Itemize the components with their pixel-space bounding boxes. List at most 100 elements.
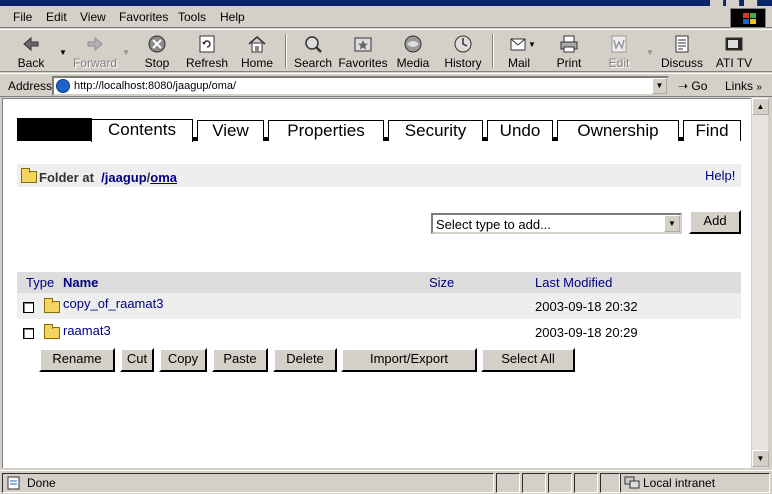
back-dropdown-icon[interactable]: ▼ <box>59 48 67 57</box>
row-checkbox[interactable] <box>23 302 34 313</box>
forward-label: Forward <box>72 56 117 70</box>
status-panel <box>600 473 620 493</box>
search-button[interactable]: Search <box>292 32 334 70</box>
mail-button[interactable]: Mail <box>499 32 539 70</box>
status-panel <box>574 473 598 493</box>
ati-tv-button[interactable]: ATI TV <box>710 32 758 70</box>
tab-view[interactable]: View <box>197 120 264 141</box>
windows-logo-icon <box>730 8 766 28</box>
favorites-button[interactable]: Favorites <box>338 32 388 70</box>
back-button[interactable]: Back <box>8 32 54 70</box>
scroll-down-icon[interactable]: ▼ <box>752 450 769 467</box>
edit-button[interactable]: Edit <box>598 32 640 70</box>
menu-tools[interactable]: Tools <box>178 10 206 24</box>
edit-label: Edit <box>608 56 630 70</box>
refresh-label: Refresh <box>185 56 229 70</box>
print-button[interactable]: Print <box>548 32 590 70</box>
mail-dropdown-icon[interactable]: ▼ <box>528 40 536 49</box>
column-size-header[interactable]: Size <box>429 275 454 290</box>
stop-button[interactable]: Stop <box>136 32 178 70</box>
copy-button[interactable]: Copy <box>159 348 207 372</box>
tab-properties[interactable]: Properties <box>268 120 384 141</box>
rename-button[interactable]: Rename <box>39 348 115 372</box>
address-dropdown-icon[interactable]: ▼ <box>652 78 667 94</box>
tab-security[interactable]: Security <box>388 120 483 141</box>
toolbar-separator <box>492 34 494 68</box>
history-label: History <box>444 56 482 70</box>
column-name-header[interactable]: Name <box>63 275 98 290</box>
tab-ownership[interactable]: Ownership <box>557 120 679 141</box>
mail-label: Mail <box>507 56 530 70</box>
home-icon <box>248 36 266 53</box>
links-label: Links <box>725 79 754 93</box>
paste-button[interactable]: Paste <box>212 348 268 372</box>
menu-favorites[interactable]: Favorites <box>119 10 168 24</box>
toolbar-separator <box>285 34 287 68</box>
address-input[interactable]: http://localhost:8080/jaagup/oma/ <box>52 76 669 96</box>
breadcrumb: Folder at /jaagup/oma Help! <box>17 164 741 187</box>
item-link[interactable]: copy_of_raamat3 <box>63 296 163 311</box>
tab-find[interactable]: Find <box>683 120 741 141</box>
tv-icon <box>725 37 743 51</box>
table-header: Type Name Size Last Modified <box>17 272 741 293</box>
refresh-button[interactable]: Refresh <box>184 32 230 70</box>
media-button[interactable]: Media <box>392 32 434 70</box>
folder-icon <box>21 168 37 183</box>
links-button[interactable]: Links » <box>725 79 762 93</box>
menu-file[interactable]: File <box>13 10 32 24</box>
breadcrumb-label: Folder at /jaagup/oma <box>39 170 177 185</box>
add-type-select-value: Select type to add... <box>436 217 551 232</box>
cut-button[interactable]: Cut <box>120 348 154 372</box>
go-label: Go <box>691 79 708 93</box>
column-type-header[interactable]: Type <box>26 275 54 290</box>
history-icon <box>454 35 472 53</box>
select-all-button[interactable]: Select All <box>481 348 575 372</box>
refresh-icon <box>199 35 215 53</box>
vertical-scrollbar[interactable]: ▲ ▼ <box>751 98 769 468</box>
forward-dropdown-icon[interactable]: ▼ <box>122 48 130 57</box>
media-icon <box>404 35 422 53</box>
column-modified-header[interactable]: Last Modified <box>535 275 612 290</box>
menu-help[interactable]: Help <box>220 10 245 24</box>
breadcrumb-link-jaagup[interactable]: /jaagup <box>101 170 147 185</box>
menu-bar: File Edit View Favorites Tools Help <box>0 6 772 28</box>
status-bar: Done Local intranet <box>0 470 772 494</box>
forward-button[interactable]: Forward <box>70 32 120 70</box>
zone-text: Local intranet <box>643 476 716 490</box>
add-type-select[interactable]: Select type to add... ▼ <box>431 213 682 234</box>
search-label: Search <box>293 56 333 70</box>
standard-toolbar: Back ▼ Forward ▼ Stop Refresh Home Searc… <box>0 29 772 72</box>
chevron-down-icon: ▼ <box>664 215 680 232</box>
add-button[interactable]: Add <box>689 210 741 234</box>
go-arrow-icon: ➝ <box>678 79 689 93</box>
mail-icon <box>510 38 526 51</box>
intranet-icon <box>624 476 640 489</box>
back-arrow-icon <box>23 36 39 52</box>
help-link[interactable]: Help! <box>705 168 735 183</box>
scroll-up-icon[interactable]: ▲ <box>752 98 769 115</box>
breadcrumb-prefix: Folder at <box>39 170 94 185</box>
import-export-button[interactable]: Import/Export <box>341 348 477 372</box>
tab-undo[interactable]: Undo <box>487 120 553 141</box>
search-icon <box>305 36 322 53</box>
folder-icon <box>44 324 60 339</box>
item-modified: 2003-09-18 20:29 <box>535 325 638 340</box>
delete-button[interactable]: Delete <box>273 348 337 372</box>
breadcrumb-link-oma[interactable]: oma <box>150 170 177 185</box>
row-checkbox[interactable] <box>23 328 34 339</box>
menu-view[interactable]: View <box>80 10 106 24</box>
security-zone-panel: Local intranet <box>620 473 770 493</box>
discuss-button[interactable]: Discuss <box>660 32 704 70</box>
status-text: Done <box>27 476 56 490</box>
stop-icon <box>148 35 166 53</box>
tab-contents[interactable]: Contents <box>91 119 193 142</box>
home-button[interactable]: Home <box>236 32 278 70</box>
edit-dropdown-icon[interactable]: ▼ <box>646 48 654 57</box>
go-button[interactable]: ➝ Go <box>678 79 707 93</box>
page-done-icon <box>7 476 20 490</box>
history-button[interactable]: History <box>440 32 486 70</box>
folder-icon <box>44 298 60 313</box>
word-edit-icon <box>611 35 627 53</box>
menu-edit[interactable]: Edit <box>46 10 67 24</box>
item-link[interactable]: raamat3 <box>63 323 111 338</box>
